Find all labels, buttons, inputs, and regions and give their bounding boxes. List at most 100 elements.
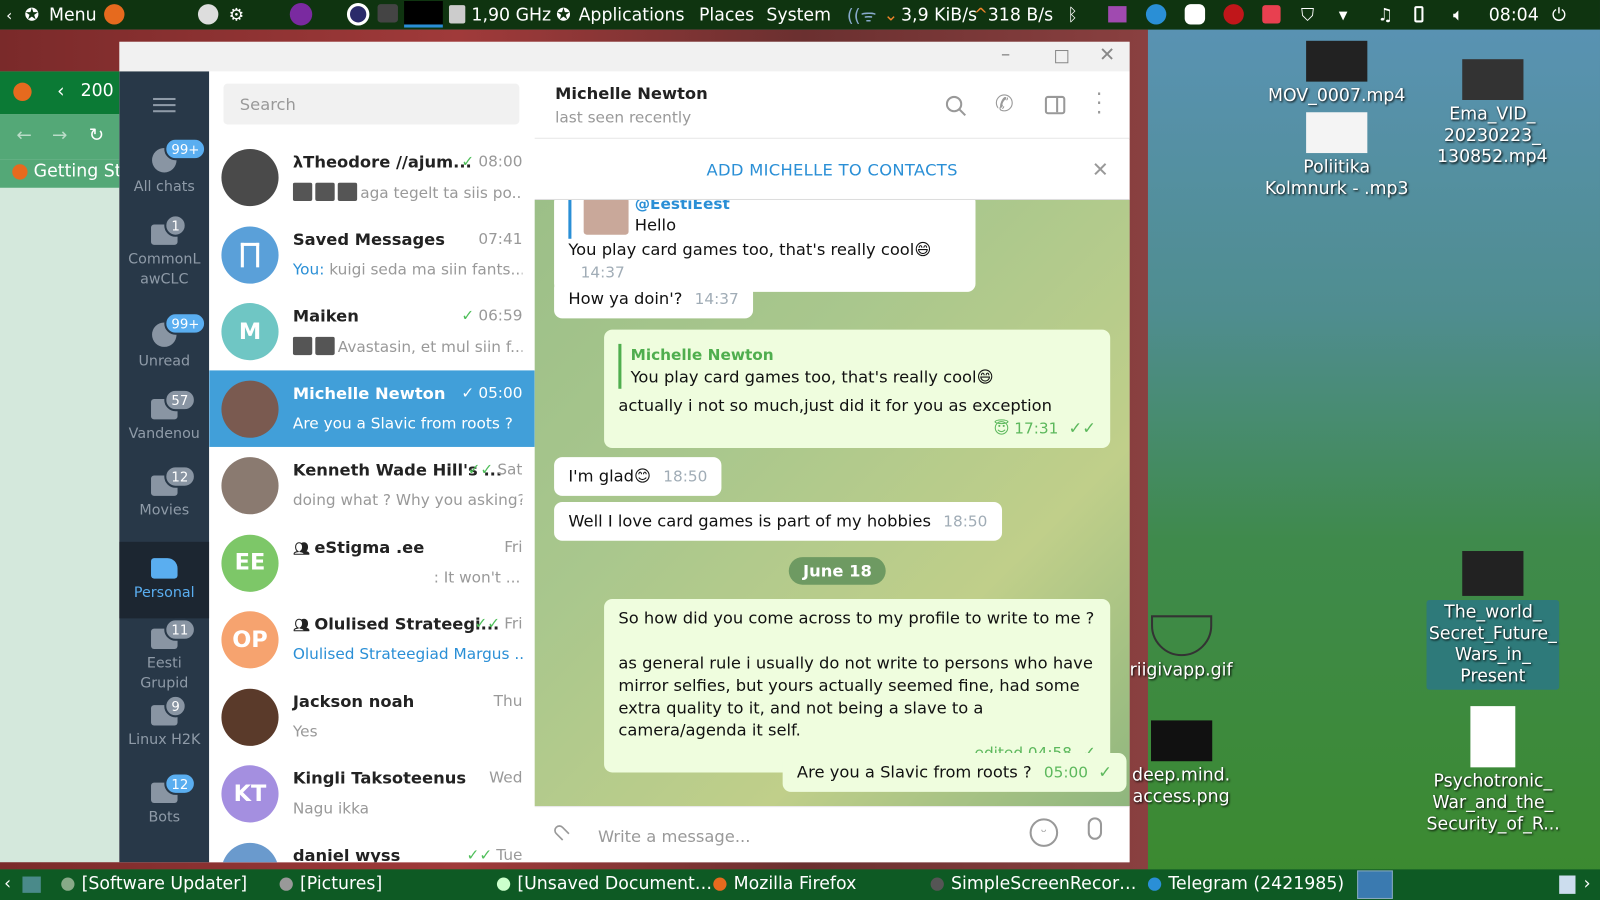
tor-browser-icon[interactable] (289, 3, 313, 26)
search-icon[interactable] (945, 95, 967, 117)
minimize-button[interactable]: – (1001, 44, 1010, 65)
bluetooth-icon[interactable]: ᛒ (1067, 5, 1077, 25)
tab-counter[interactable]: 200 (81, 81, 114, 101)
folder-label: CommonL awCLC (128, 251, 201, 288)
places-menu[interactable]: Places (699, 5, 754, 25)
message-outgoing[interactable]: Michelle Newton You play card games too,… (604, 329, 1111, 448)
hamburger-menu-icon[interactable] (153, 97, 176, 113)
audio-recorder-icon[interactable] (1108, 6, 1127, 23)
message-incoming[interactable]: I'm glad😊 18:50 (554, 457, 722, 496)
telegram-tray-icon[interactable] (1145, 4, 1167, 25)
volume-icon[interactable]: 🔈︎ (1453, 5, 1463, 25)
chat-item[interactable]: EE 👥︎ eStigma .ee Fri : It won't ... (209, 524, 535, 601)
desktop-file[interactable]: MOV_0007.mp4 (1260, 40, 1413, 107)
telegram-workspace-icon[interactable] (1357, 870, 1393, 899)
panel-left-arrow[interactable]: ‹ (6, 6, 12, 24)
chat-item[interactable]: daniel wyss ✓✓ Tue (209, 832, 535, 863)
folder-all-chats[interactable]: 99+ All chats (119, 137, 209, 197)
message-outgoing[interactable]: So how did you come across to my profile… (604, 598, 1111, 773)
folder-label: Personal (133, 584, 195, 602)
chat-item[interactable]: Kenneth Wade Hill's ... ✓✓ Sat doing what… (209, 447, 535, 524)
desktop-file[interactable]: The_world_ Secret_Future_ Wars_in_ Prese… (1426, 551, 1560, 690)
chat-item[interactable]: λTheodore //ajum... ✓ 08:00 aga tegelt ta… (209, 139, 535, 216)
contact-name[interactable]: Michelle Newton (555, 84, 708, 103)
back-icon[interactable]: ← (16, 124, 31, 145)
desktop-file[interactable]: deep.mind. access.png (1122, 720, 1239, 808)
firefox-launcher-icon[interactable] (104, 4, 125, 25)
desktop-file[interactable]: Poliitika Kolmnurk - .mp3 (1260, 112, 1413, 200)
settings-gears-icon[interactable]: ⚙ (229, 5, 245, 25)
opera-icon[interactable] (346, 3, 370, 26)
wifi-icon[interactable]: ▾ (1339, 5, 1348, 25)
folder-linux-h2k[interactable]: 9 Linux H2K (119, 694, 209, 750)
close-window-button[interactable]: ✕ (1099, 44, 1115, 66)
chat-preview: : It won't ... (433, 567, 521, 587)
system-menu[interactable]: System (766, 5, 831, 25)
phone-call-icon[interactable]: ✆ (995, 92, 1014, 118)
folder-eesti-grupid[interactable]: 11 Eesti Grupid (119, 618, 209, 694)
file-thumbnail (1150, 720, 1212, 762)
folder-unread[interactable]: 99+ Unread (119, 312, 209, 371)
message-area[interactable]: @EestiEest Hello You play card games too… (534, 199, 1130, 807)
add-contact-button[interactable]: ADD MICHELLE TO CONTACTS (707, 160, 958, 179)
firefox-bookmark[interactable]: Getting St (0, 159, 122, 188)
desktop-file[interactable]: Ema_VID_ 20230223_ 130852.mp4 (1423, 59, 1561, 168)
applications-menu[interactable]: Applications (579, 5, 685, 25)
chat-item[interactable]: Saved Messages 07:41 You: kuigi seda ma … (209, 216, 535, 293)
maximize-button[interactable] (1055, 49, 1069, 64)
desktop-file[interactable]: Psychotronic_ War_and_the_ Security_of_R… (1427, 706, 1560, 836)
chat-time: 07:41 (478, 229, 523, 248)
message-incoming[interactable]: How ya doin'? 14:37 (554, 279, 754, 319)
message-incoming[interactable]: Well I love card games is part of my hob… (554, 502, 1002, 541)
taskbar-item[interactable]: [Software Updater] (82, 873, 247, 893)
chat-item[interactable]: Michelle Newton ✓ 05:00 Are you a Slavic … (209, 369, 535, 447)
add-to-contacts-bar[interactable]: ADD MICHELLE TO CONTACTS ✕ (534, 139, 1130, 200)
folder-vandenou[interactable]: 57 Vandenou (119, 388, 209, 444)
message-incoming[interactable]: @EestiEest Hello You play card games too… (554, 199, 976, 292)
taskbar-item[interactable]: [Pictures] (300, 873, 382, 893)
microphone-icon[interactable] (1087, 817, 1103, 840)
taskbar-item[interactable]: Telegram (2421985) (1168, 873, 1344, 893)
more-options-icon[interactable]: · · · (1096, 84, 1102, 123)
folder-personal[interactable]: Personal (119, 541, 210, 619)
reload-icon[interactable]: ↻ (89, 124, 104, 145)
chat-item[interactable]: Jackson noah Thu Yes (209, 678, 535, 755)
skype-icon[interactable] (1184, 4, 1206, 25)
blocker-icon[interactable] (1262, 5, 1281, 24)
taskbar-item[interactable]: SimpleScreenRecor… (951, 873, 1136, 893)
chat-header[interactable]: Michelle Newton last seen recently ✆ · · · (534, 71, 1130, 139)
show-desktop-icon[interactable] (22, 876, 41, 893)
message-outgoing[interactable]: Are you a Slavic from roots ? 05:00 ✓ (782, 753, 1127, 792)
taskbar-item[interactable]: [Unsaved Document… (517, 873, 712, 893)
chat-item[interactable]: OP 👥︎ Olulised Strateegi... ✓✓ Fri Olulis… (209, 601, 535, 678)
chat-item[interactable]: KT Kingli Taksoteenus Wed Nagu ikka (209, 755, 535, 832)
message-input[interactable] (597, 819, 1007, 853)
accessibility-icon[interactable] (197, 4, 219, 25)
terminal-icon[interactable] (377, 4, 398, 23)
forward-icon[interactable]: → (52, 124, 67, 145)
battery-icon[interactable] (1414, 6, 1424, 23)
taskbar-item[interactable]: Mozilla Firefox (734, 873, 857, 893)
taskbar-left-arrow[interactable]: ‹ (4, 873, 11, 893)
menu-icon[interactable]: ✪ (24, 5, 39, 25)
folder-bots[interactable]: 12 Bots (119, 772, 209, 828)
record-icon[interactable] (1223, 4, 1244, 25)
emoji-icon[interactable]: ᵕ (1029, 818, 1059, 847)
folder-commonl-awclc[interactable]: 1 CommonL awCLC (119, 214, 209, 289)
power-icon[interactable]: ⏻ (1552, 5, 1566, 25)
notification-bell-icon[interactable]: ♫ (1378, 5, 1394, 25)
attach-paperclip-icon[interactable]: ⊂ (545, 816, 576, 847)
firefox-tabbar: ‹ 200 (0, 71, 120, 115)
desktop-file[interactable]: riigivapp.gif (1122, 615, 1239, 681)
taskbar-right-arrow[interactable]: › (1584, 873, 1591, 893)
close-bar-icon[interactable]: ✕ (1092, 140, 1109, 200)
trash-icon[interactable] (1559, 875, 1576, 894)
menu-button[interactable]: Menu (49, 5, 97, 25)
sidebar-toggle-icon[interactable] (1044, 95, 1066, 115)
shield-icon[interactable]: ⛉ (1301, 5, 1314, 25)
search-input[interactable] (223, 83, 520, 125)
tab-scroll-left[interactable]: ‹ (57, 81, 64, 102)
chat-item[interactable]: M Maiken ✓ 06:59 Avastasin, et mul siin f… (209, 293, 535, 370)
folder-movies[interactable]: 12 Movies (119, 465, 209, 521)
clock[interactable]: 08:04 (1489, 5, 1539, 25)
